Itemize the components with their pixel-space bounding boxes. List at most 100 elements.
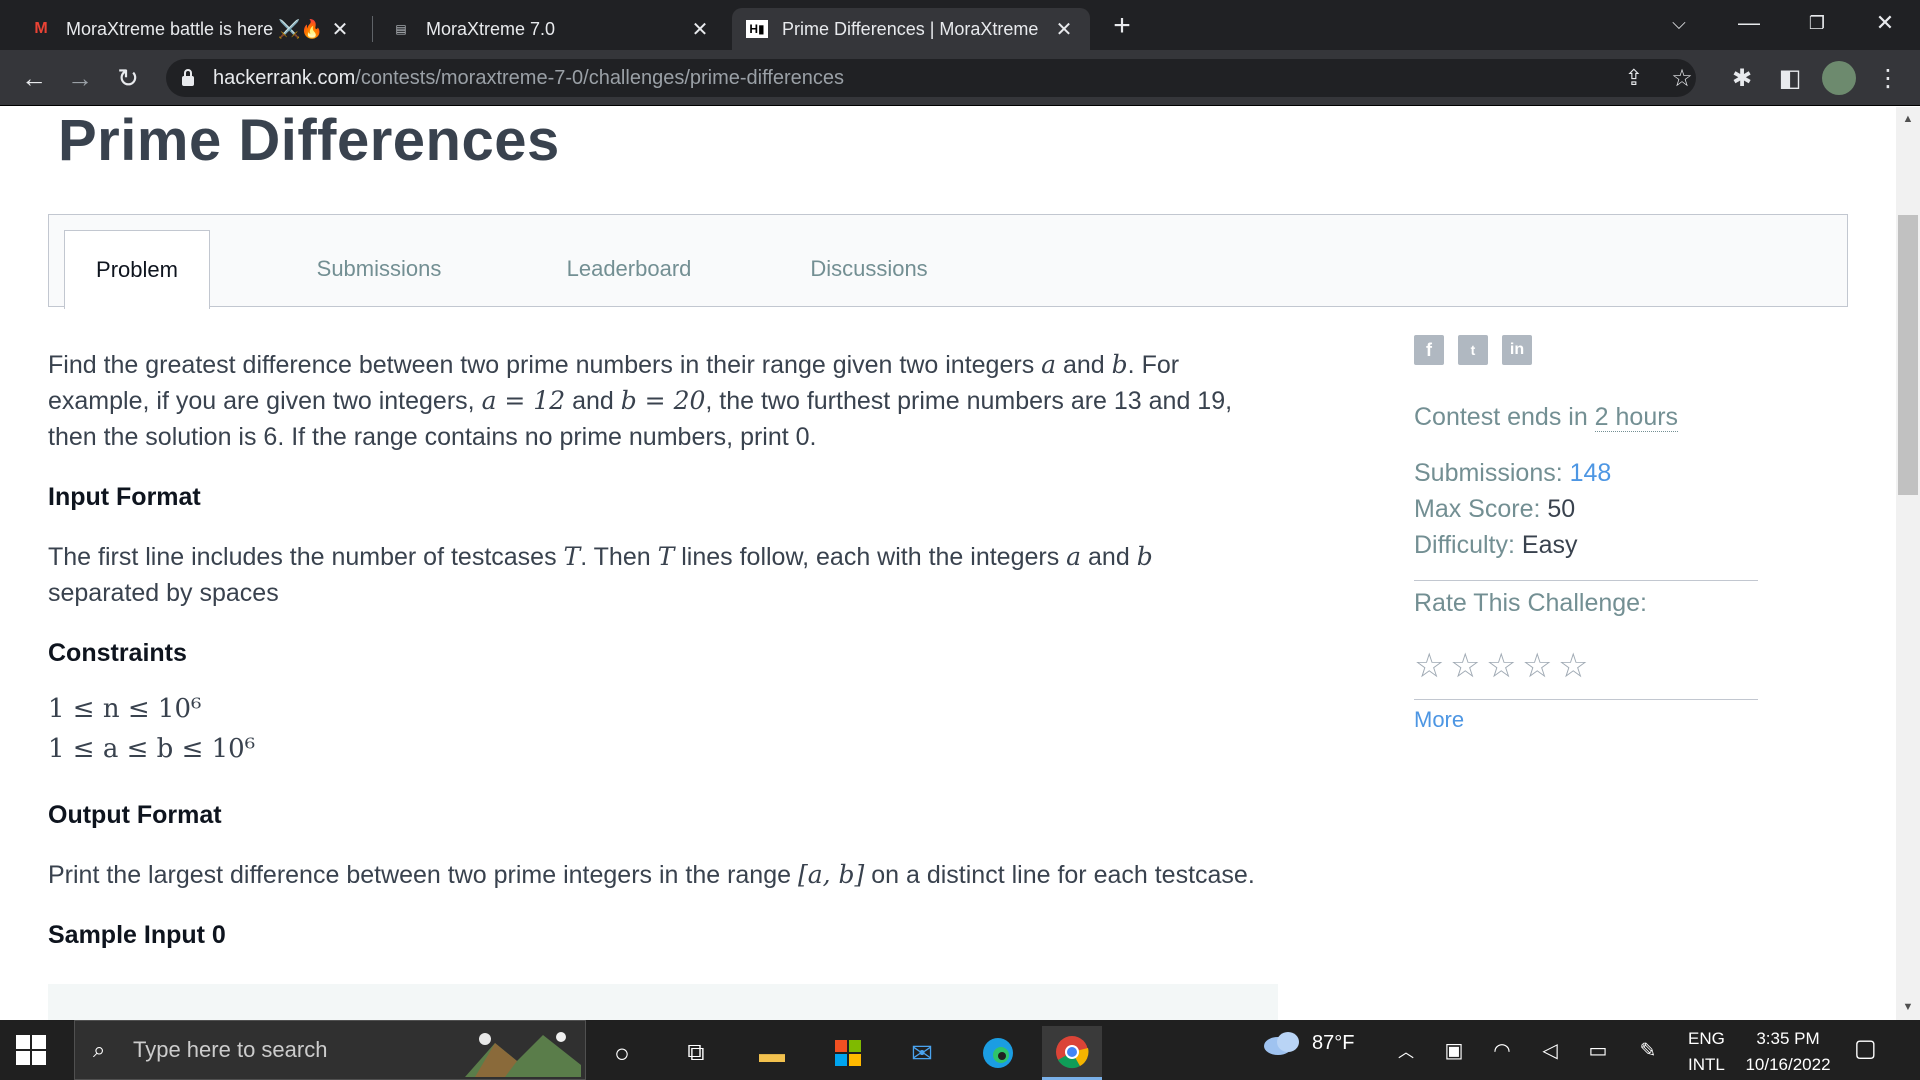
address-bar[interactable]: hackerrank.com/contests/moraxtreme-7-0/c… bbox=[166, 59, 1696, 97]
clock-time: 3:35 PM bbox=[1756, 1029, 1820, 1048]
page-title: Prime Differences bbox=[58, 108, 560, 173]
text: and bbox=[1056, 351, 1112, 379]
edge-icon[interactable] bbox=[968, 1026, 1028, 1080]
tab-problem[interactable]: Problem bbox=[64, 230, 210, 309]
hackerrank-icon: H▮ bbox=[746, 20, 768, 38]
back-button[interactable]: ← bbox=[18, 62, 50, 94]
more-link[interactable]: More bbox=[1414, 707, 1464, 733]
close-icon[interactable]: ✕ bbox=[688, 17, 712, 41]
text: Find the greatest difference between two… bbox=[48, 351, 1042, 379]
max-score: Max Score: 50 bbox=[1414, 495, 1575, 524]
chrome-icon[interactable] bbox=[1042, 1026, 1102, 1080]
star-icon[interactable]: ☆ bbox=[1486, 648, 1522, 684]
star-icon[interactable]: ☆ bbox=[1414, 648, 1450, 684]
share-icon[interactable]: ⇪ bbox=[1618, 62, 1650, 94]
submissions-count: Submissions: 148 bbox=[1414, 459, 1611, 488]
text: example, if you are given two integers, bbox=[48, 387, 482, 415]
mail-icon[interactable]: ✉ bbox=[892, 1026, 952, 1080]
browser-tab-gmail[interactable]: M MoraXtreme battle is here ⚔️🔥 ✕ bbox=[16, 8, 366, 50]
volume-icon[interactable]: ◁ bbox=[1536, 1036, 1564, 1064]
notification-icon[interactable]: ▢ bbox=[1854, 1034, 1886, 1066]
constraint-2: 1 ≤ a ≤ b ≤ 10⁶ bbox=[48, 734, 256, 764]
difficulty: Difficulty: Easy bbox=[1414, 531, 1578, 560]
star-icon[interactable]: ☆ bbox=[1450, 648, 1486, 684]
lang-primary: ENG bbox=[1688, 1029, 1725, 1048]
gmail-icon: M bbox=[34, 20, 48, 37]
contest-ends-label: Contest ends in bbox=[1414, 403, 1595, 431]
browser-tab-moraxtreme[interactable]: ▤ MoraXtreme 7.0 ✕ bbox=[376, 8, 726, 50]
contest-ends: Contest ends in 2 hours bbox=[1414, 403, 1679, 432]
battery-icon[interactable]: ▭ bbox=[1584, 1036, 1612, 1064]
taskbar-search[interactable]: ⌕ Type here to search bbox=[74, 1020, 586, 1080]
divider bbox=[1414, 699, 1758, 700]
reload-button[interactable]: ↻ bbox=[112, 62, 144, 94]
text: . For bbox=[1127, 351, 1180, 379]
constraint-1: 1 ≤ n ≤ 10⁶ bbox=[48, 694, 202, 724]
windows-start-icon[interactable] bbox=[16, 1035, 46, 1065]
scroll-down-icon[interactable]: ▼ bbox=[1896, 998, 1920, 1016]
close-window-button[interactable]: ✕ bbox=[1862, 4, 1908, 42]
text: lines follow, each with the integers bbox=[674, 543, 1067, 571]
meet-now-icon[interactable]: ▣ bbox=[1440, 1036, 1468, 1064]
scroll-up-icon[interactable]: ▲ bbox=[1896, 110, 1920, 128]
scrollbar-thumb[interactable] bbox=[1898, 215, 1918, 495]
contest-ends-value: 2 hours bbox=[1594, 403, 1679, 432]
tab-search-icon[interactable]: ⌵ bbox=[1656, 4, 1702, 42]
submissions-label: Submissions: bbox=[1414, 459, 1570, 487]
microsoft-store-icon[interactable] bbox=[818, 1026, 878, 1080]
language-indicator[interactable]: ENG INTL bbox=[1688, 1026, 1725, 1078]
close-icon[interactable]: ✕ bbox=[1052, 17, 1076, 41]
side-panel-icon[interactable]: ◧ bbox=[1774, 62, 1806, 94]
site-icon: ▤ bbox=[395, 22, 407, 36]
rating-stars: ☆ ☆ ☆ ☆ ☆ bbox=[1414, 648, 1594, 684]
star-icon[interactable]: ☆ bbox=[1522, 648, 1558, 684]
text: on a distinct line for each testcase. bbox=[864, 861, 1255, 889]
close-icon[interactable]: ✕ bbox=[328, 17, 352, 41]
submissions-link[interactable]: 148 bbox=[1570, 459, 1612, 487]
lang-secondary: INTL bbox=[1688, 1055, 1725, 1074]
chevron-up-icon[interactable]: ︿ bbox=[1392, 1036, 1420, 1064]
menu-icon[interactable]: ⋮ bbox=[1872, 62, 1904, 94]
twitter-icon[interactable]: t bbox=[1458, 335, 1488, 365]
math-var: T bbox=[657, 542, 675, 571]
star-icon[interactable]: ☆ bbox=[1558, 648, 1594, 684]
divider bbox=[1414, 580, 1758, 581]
math-var: a bbox=[1066, 542, 1082, 571]
rate-challenge-label: Rate This Challenge: bbox=[1414, 589, 1648, 617]
profile-avatar[interactable] bbox=[1822, 61, 1856, 95]
text: Print the largest difference between two… bbox=[48, 861, 798, 889]
wifi-icon[interactable]: ◠ bbox=[1488, 1036, 1516, 1064]
max-score-label: Max Score: bbox=[1414, 495, 1548, 523]
text: then the solution is 6. If the range con… bbox=[48, 423, 817, 451]
search-highlight-illustration bbox=[465, 1032, 581, 1077]
windows-taskbar: ⌕ Type here to search ○ ⧉ ▬ ✉ 87°F ︿ ▣ ◠… bbox=[0, 1020, 1920, 1080]
tab-submissions[interactable]: Submissions bbox=[279, 230, 479, 308]
forward-button[interactable]: → bbox=[64, 62, 96, 94]
extensions-icon[interactable]: ✱ bbox=[1726, 62, 1758, 94]
output-format-text: Print the largest difference between two… bbox=[48, 857, 1308, 893]
browser-window: M MoraXtreme battle is here ⚔️🔥 ✕ ▤ Mora… bbox=[0, 0, 1920, 1080]
tab-discussions[interactable]: Discussions bbox=[769, 230, 969, 308]
restore-button[interactable]: ❐ bbox=[1794, 4, 1840, 42]
problem-description: Find the greatest difference between two… bbox=[48, 347, 1308, 455]
minimize-button[interactable]: — bbox=[1726, 4, 1772, 42]
tab-leaderboard[interactable]: Leaderboard bbox=[529, 230, 729, 308]
input-format-heading: Input Format bbox=[48, 483, 201, 511]
search-placeholder: Type here to search bbox=[133, 1037, 328, 1062]
system-clock[interactable]: 3:35 PM 10/16/2022 bbox=[1738, 1026, 1838, 1078]
challenge-tabs: Problem Submissions Leaderboard Discussi… bbox=[48, 214, 1848, 309]
pen-icon[interactable]: ✎ bbox=[1634, 1036, 1662, 1064]
new-tab-button[interactable]: + bbox=[1106, 9, 1138, 42]
cortana-icon[interactable]: ○ bbox=[592, 1026, 652, 1080]
browser-tab-prime-differences[interactable]: H▮ Prime Differences | MoraXtreme ✕ bbox=[732, 8, 1090, 50]
math-var: b bbox=[1136, 542, 1153, 571]
weather-widget[interactable]: 87°F bbox=[1262, 1030, 1354, 1056]
clock-date: 10/16/2022 bbox=[1745, 1055, 1831, 1074]
task-view-icon[interactable]: ⧉ bbox=[666, 1026, 726, 1080]
file-explorer-icon[interactable]: ▬ bbox=[742, 1026, 802, 1080]
lock-icon bbox=[182, 69, 194, 86]
bookmark-star-icon[interactable]: ☆ bbox=[1666, 62, 1698, 94]
facebook-icon[interactable]: f bbox=[1414, 335, 1444, 365]
linkedin-icon[interactable]: in bbox=[1502, 335, 1532, 365]
sample-input-box bbox=[48, 984, 1278, 1020]
